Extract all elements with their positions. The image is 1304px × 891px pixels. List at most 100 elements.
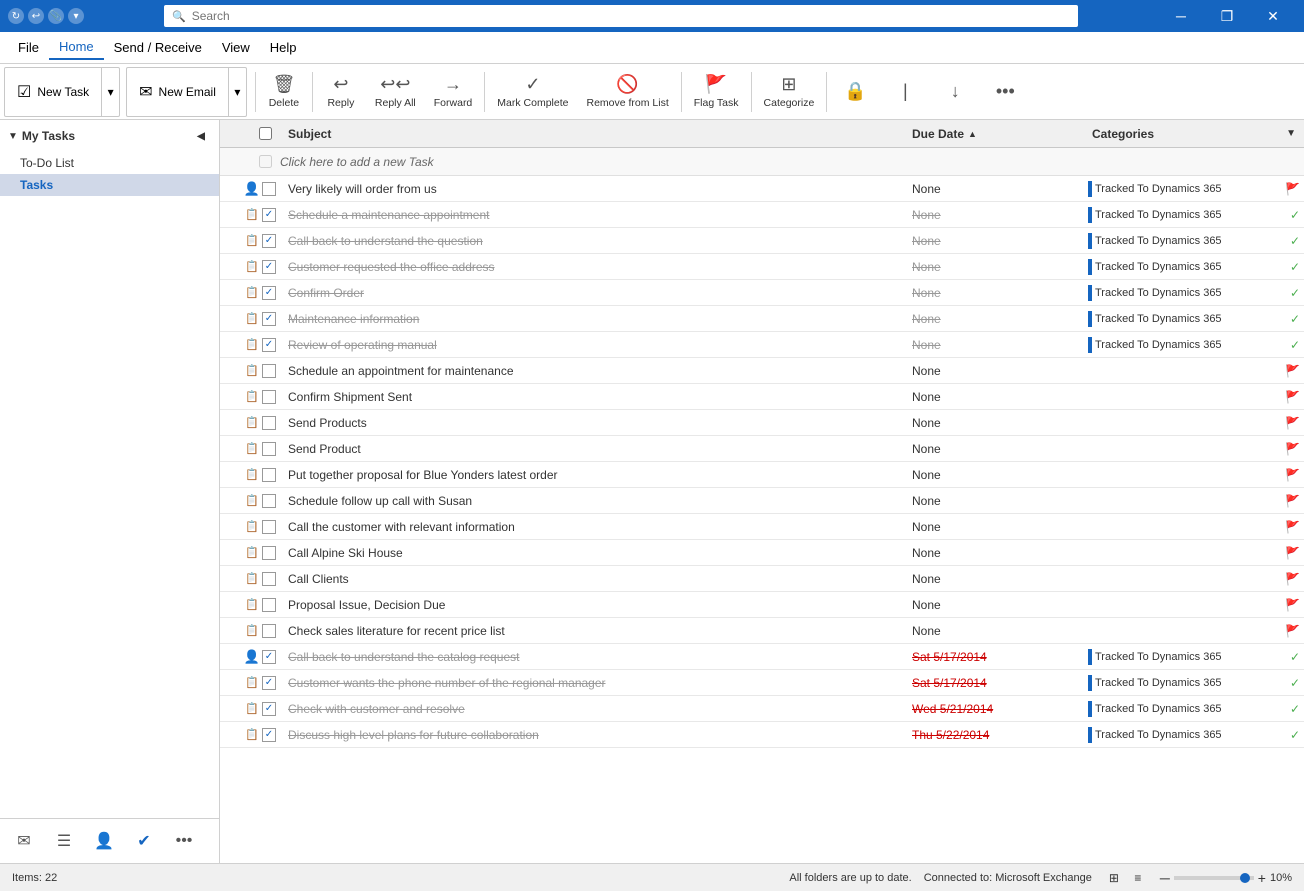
task-checkbox[interactable]: ✓ <box>262 260 276 274</box>
view-icon-2[interactable]: ≡ <box>1128 868 1148 888</box>
table-row[interactable]: 📋 Send Product None 🚩 <box>220 436 1304 462</box>
flag-task-button[interactable]: 🚩 Flag Task <box>686 68 747 116</box>
table-row[interactable]: 📋 Proposal Issue, Decision Due None 🚩 <box>220 592 1304 618</box>
filter-icon[interactable]: ▼ <box>1286 128 1296 139</box>
mark-complete-button[interactable]: ✓ Mark Complete <box>489 68 576 116</box>
table-row[interactable]: 📋 ✓ Customer requested the office addres… <box>220 254 1304 280</box>
task-checkbox[interactable]: ✓ <box>262 728 276 742</box>
lock-button[interactable]: 🔒 <box>831 68 879 116</box>
restore-button[interactable]: ❐ <box>1204 0 1250 32</box>
header-subject[interactable]: Subject <box>280 127 904 141</box>
task-checkbox[interactable] <box>262 364 276 378</box>
table-row[interactable]: 📋 Send Products None 🚩 <box>220 410 1304 436</box>
delete-button[interactable]: 🗑 Delete <box>260 68 308 116</box>
nav-calendar-icon[interactable]: ☰ <box>48 825 80 857</box>
table-row[interactable]: 📋 ✓ Customer wants the phone number of t… <box>220 670 1304 696</box>
menu-help[interactable]: Help <box>260 36 307 59</box>
new-task-row[interactable]: Click here to add a new Task <box>220 148 1304 176</box>
task-checkbox[interactable] <box>262 494 276 508</box>
pipe-button[interactable]: | <box>881 68 929 116</box>
table-row[interactable]: 👤 ✓ Call back to understand the catalog … <box>220 644 1304 670</box>
zoom-slider[interactable] <box>1174 876 1254 880</box>
task-checkbox[interactable]: ✓ <box>262 208 276 222</box>
move-down-button[interactable]: ↓ <box>931 68 979 116</box>
table-row[interactable]: 📋 Call Alpine Ski House None 🚩 <box>220 540 1304 566</box>
table-row[interactable]: 📋 ✓ Confirm Order None Tracked To Dynami… <box>220 280 1304 306</box>
header-due-date[interactable]: Due Date ▲ <box>904 127 1084 141</box>
reply-all-button[interactable]: ↩↩ Reply All <box>367 68 424 116</box>
complete-check-icon: ✓ <box>1290 702 1300 716</box>
remove-from-button[interactable]: 🚫 Remove from List <box>578 68 676 116</box>
categorize-button[interactable]: ⊞ Categorize <box>756 68 823 116</box>
undo-icon[interactable]: ↩ <box>28 8 44 24</box>
task-checkbox[interactable] <box>262 182 276 196</box>
task-checkbox[interactable]: ✓ <box>262 650 276 664</box>
task-checkbox[interactable]: ✓ <box>262 338 276 352</box>
menu-file[interactable]: File <box>8 36 49 59</box>
nav-mail-icon[interactable]: ✉ <box>8 825 40 857</box>
table-row[interactable]: 👤 Very likely will order from us None Tr… <box>220 176 1304 202</box>
more-button[interactable]: ••• <box>981 68 1029 116</box>
select-all-checkbox[interactable] <box>259 127 272 140</box>
table-row[interactable]: 📋 Call Clients None 🚩 <box>220 566 1304 592</box>
table-row[interactable]: 📋 ✓ Review of operating manual None Trac… <box>220 332 1304 358</box>
task-checkbox[interactable] <box>262 520 276 534</box>
task-checkbox[interactable] <box>262 624 276 638</box>
table-row[interactable]: 📋 Check sales literature for recent pric… <box>220 618 1304 644</box>
refresh-icon[interactable]: ↻ <box>8 8 24 24</box>
minimize-button[interactable]: ─ <box>1158 0 1204 32</box>
sidebar-item-tasks[interactable]: Tasks <box>0 174 219 196</box>
nav-people-icon[interactable]: 👤 <box>88 825 120 857</box>
table-row[interactable]: 📋 Schedule follow up call with Susan Non… <box>220 488 1304 514</box>
nav-more-icon[interactable]: ••• <box>168 825 200 857</box>
reply-all-label: Reply All <box>375 97 416 109</box>
task-checkbox[interactable] <box>262 442 276 456</box>
dropdown-icon[interactable]: ▾ <box>68 8 84 24</box>
table-row[interactable]: 📋 ✓ Check with customer and resolve Wed … <box>220 696 1304 722</box>
separator-4 <box>681 72 682 112</box>
task-checkbox[interactable] <box>262 416 276 430</box>
search-input[interactable] <box>192 9 1070 23</box>
task-checkbox[interactable]: ✓ <box>262 312 276 326</box>
task-due-date: Wed 5/21/2014 <box>904 702 1084 716</box>
task-checkbox[interactable]: ✓ <box>262 702 276 716</box>
search-bar[interactable]: 🔍 <box>164 5 1078 27</box>
task-subject: Review of operating manual <box>280 338 904 352</box>
table-row[interactable]: 📋 Call the customer with relevant inform… <box>220 514 1304 540</box>
new-task-button[interactable]: ☑ New Task <box>5 68 101 116</box>
table-row[interactable]: 📋 Schedule an appointment for maintenanc… <box>220 358 1304 384</box>
zoom-in-button[interactable]: + <box>1258 870 1266 886</box>
sidebar-collapse-button[interactable]: ◀ <box>191 126 211 146</box>
task-checkbox[interactable] <box>262 390 276 404</box>
task-checkbox[interactable] <box>262 572 276 586</box>
my-tasks-header[interactable]: ▼ My Tasks ◀ <box>0 120 219 152</box>
categorize-icon: ⊞ <box>781 74 796 95</box>
close-button[interactable]: ✕ <box>1250 0 1296 32</box>
table-row[interactable]: 📋 ✓ Discuss high level plans for future … <box>220 722 1304 748</box>
view-icon-1[interactable]: ⊞ <box>1104 868 1124 888</box>
task-checkbox[interactable] <box>262 546 276 560</box>
table-row[interactable]: 📋 ✓ Schedule a maintenance appointment N… <box>220 202 1304 228</box>
task-checkbox[interactable] <box>262 468 276 482</box>
new-email-button[interactable]: ✉ New Email <box>127 68 228 116</box>
menu-view[interactable]: View <box>212 36 260 59</box>
menu-send-receive[interactable]: Send / Receive <box>104 36 212 59</box>
new-task-dropdown[interactable]: ▾ <box>101 68 119 116</box>
reply-button[interactable]: ↩ Reply <box>317 68 365 116</box>
task-checkbox[interactable]: ✓ <box>262 234 276 248</box>
menu-home[interactable]: Home <box>49 35 104 60</box>
forward-button[interactable]: → Forward <box>426 68 481 116</box>
task-checkbox[interactable] <box>262 598 276 612</box>
zoom-out-button[interactable]: ─ <box>1160 870 1170 886</box>
table-row[interactable]: 📋 Confirm Shipment Sent None 🚩 <box>220 384 1304 410</box>
sidebar-item-todo[interactable]: To-Do List <box>0 152 219 174</box>
task-checkbox[interactable]: ✓ <box>262 676 276 690</box>
new-email-dropdown[interactable]: ▾ <box>228 68 246 116</box>
flag-status-icon: 🚩 <box>1285 468 1300 482</box>
nav-tasks-icon[interactable]: ✔ <box>128 825 160 857</box>
table-row[interactable]: 📋 ✓ Maintenance information None Tracked… <box>220 306 1304 332</box>
table-row[interactable]: 📋 Put together proposal for Blue Yonders… <box>220 462 1304 488</box>
task-checkbox[interactable]: ✓ <box>262 286 276 300</box>
attach-icon[interactable]: 📎 <box>48 8 64 24</box>
table-row[interactable]: 📋 ✓ Call back to understand the question… <box>220 228 1304 254</box>
